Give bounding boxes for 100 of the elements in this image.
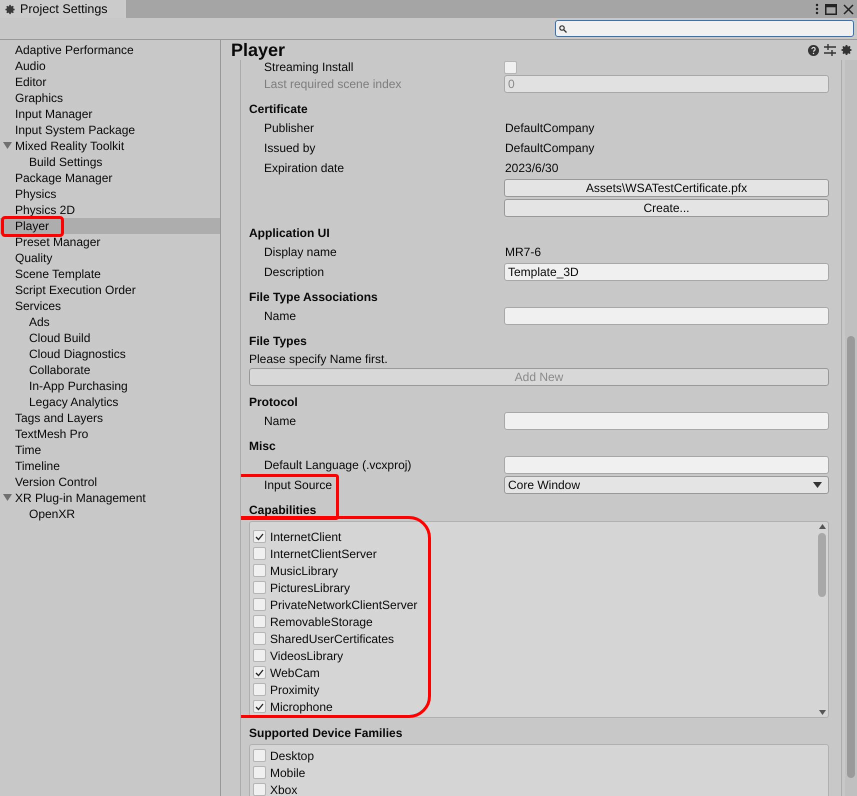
checkbox[interactable]: [253, 581, 266, 594]
checkbox[interactable]: [253, 649, 266, 662]
expand-arrow-icon[interactable]: [3, 142, 12, 149]
help-icon[interactable]: [808, 44, 819, 56]
sidebar-item[interactable]: Build Settings: [0, 154, 220, 170]
search-icon: [559, 24, 567, 32]
checkbox-label: Mobile: [270, 766, 306, 780]
certificate-button[interactable]: Assets\WSATestCertificate.pfx: [504, 179, 829, 197]
sidebar-item[interactable]: Quality: [0, 250, 220, 266]
checkbox[interactable]: [253, 615, 266, 628]
checkbox-label: PrivateNetworkClientServer: [270, 598, 418, 612]
sidebar-item[interactable]: Cloud Diagnostics: [0, 346, 220, 362]
sidebar-item[interactable]: Mixed Reality Toolkit: [0, 138, 220, 154]
sidebar-item[interactable]: XR Plug-in Management: [0, 490, 220, 506]
section-heading: Supported Device Families: [249, 726, 402, 740]
section-heading: File Type Associations: [249, 290, 378, 304]
sidebar-item[interactable]: Timeline: [0, 458, 220, 474]
sidebar-item[interactable]: Tags and Layers: [0, 410, 220, 426]
text-field[interactable]: [504, 456, 829, 474]
sidebar-item[interactable]: Player: [0, 218, 220, 234]
checkbox-label: Microphone: [270, 700, 333, 714]
close-icon[interactable]: [843, 4, 854, 14]
maximize-icon[interactable]: [825, 4, 837, 14]
checkmark-icon: [255, 702, 264, 710]
sidebar-item[interactable]: Script Execution Order: [0, 282, 220, 298]
sidebar-item[interactable]: Legacy Analytics: [0, 394, 220, 410]
scroll-thumb[interactable]: [818, 533, 826, 597]
sidebar-item[interactable]: Audio: [0, 58, 220, 74]
checkbox[interactable]: [253, 632, 266, 645]
dropdown[interactable]: Core Window: [504, 476, 829, 494]
window-title: Project Settings: [20, 2, 108, 16]
sidebar-item[interactable]: In-App Purchasing: [0, 378, 220, 394]
sidebar-item[interactable]: Services: [0, 298, 220, 314]
checkbox-label: PicturesLibrary: [270, 580, 350, 594]
section-heading: Certificate: [249, 102, 308, 116]
sidebar-item[interactable]: Adaptive Performance: [0, 42, 220, 58]
text-field[interactable]: [504, 307, 829, 325]
sidebar-item[interactable]: Input Manager: [0, 106, 220, 122]
checkmark-icon: [255, 532, 264, 540]
field-label: Publisher: [263, 121, 316, 135]
checkbox[interactable]: [253, 700, 266, 713]
sidebar-item[interactable]: Cloud Build: [0, 330, 220, 346]
field-label: Issued by: [263, 141, 316, 155]
annotation-outline: [1, 216, 64, 237]
more-options-icon[interactable]: [815, 3, 819, 15]
text-field[interactable]: Template_3D: [504, 263, 829, 281]
checkbox[interactable]: [253, 547, 266, 560]
scroll-up-icon[interactable]: [818, 524, 826, 529]
sidebar-item[interactable]: TextMesh Pro: [0, 426, 220, 442]
scrollbar[interactable]: [845, 60, 857, 796]
window-tab[interactable]: Project Settings: [0, 0, 126, 18]
search-field[interactable]: [555, 20, 854, 37]
sidebar-item[interactable]: Version Control: [0, 474, 220, 490]
checkbox[interactable]: [253, 530, 266, 543]
checkbox[interactable]: [253, 666, 266, 679]
field-label: Name: [263, 309, 298, 323]
checkbox-label: VideosLibrary: [270, 648, 344, 662]
field-label: Name: [263, 414, 298, 428]
section-heading: Misc: [249, 439, 276, 453]
field-label: Expiration date: [263, 161, 346, 175]
scroll-thumb[interactable]: [847, 336, 855, 778]
checkbox-label: MusicLibrary: [270, 564, 338, 578]
sidebar-item[interactable]: Time: [0, 442, 220, 458]
field-label: Input Source: [263, 478, 334, 492]
sidebar-item[interactable]: Physics 2D: [0, 202, 220, 218]
certificate-button[interactable]: Create...: [504, 199, 829, 217]
checkbox-label: InternetClientServer: [270, 546, 377, 560]
sidebar-item[interactable]: OpenXR: [0, 506, 220, 522]
sliders-icon[interactable]: [824, 44, 836, 56]
gear-icon: [5, 4, 16, 14]
sidebar-item[interactable]: Graphics: [0, 90, 220, 106]
sidebar-item[interactable]: Ads: [0, 314, 220, 330]
caret-icon: [813, 482, 822, 488]
field-label: Default Language (.vcxproj): [263, 458, 412, 472]
sidebar-item[interactable]: Editor: [0, 74, 220, 90]
sidebar-item[interactable]: Physics: [0, 186, 220, 202]
field-label: Display name: [263, 245, 338, 259]
sidebar-item[interactable]: Collaborate: [0, 362, 220, 378]
sidebar-item[interactable]: Package Manager: [0, 170, 220, 186]
section-heading: Application UI: [249, 226, 330, 240]
scrollbar[interactable]: [816, 522, 828, 717]
checkbox[interactable]: [504, 60, 517, 74]
checkbox[interactable]: [253, 564, 266, 577]
text-field[interactable]: [504, 412, 829, 430]
checkbox[interactable]: [253, 683, 266, 696]
expand-arrow-icon[interactable]: [3, 494, 12, 501]
checkbox-label: RemovableStorage: [270, 614, 373, 628]
sidebar-item[interactable]: Preset Manager: [0, 234, 220, 250]
sidebar-item[interactable]: Input System Package: [0, 122, 220, 138]
checkbox[interactable]: [253, 598, 266, 611]
checkbox[interactable]: [253, 783, 266, 796]
settings-icon[interactable]: [841, 44, 853, 56]
checkbox-label: Xbox: [270, 782, 298, 796]
checkbox-label: SharedUserCertificates: [270, 632, 394, 646]
checkbox[interactable]: [253, 766, 266, 779]
field-value: DefaultCompany: [504, 121, 594, 135]
checkbox[interactable]: [253, 749, 266, 762]
sidebar-item[interactable]: Scene Template: [0, 266, 220, 282]
scroll-down-icon[interactable]: [818, 710, 826, 715]
field-label: Streaming Install: [263, 60, 354, 74]
